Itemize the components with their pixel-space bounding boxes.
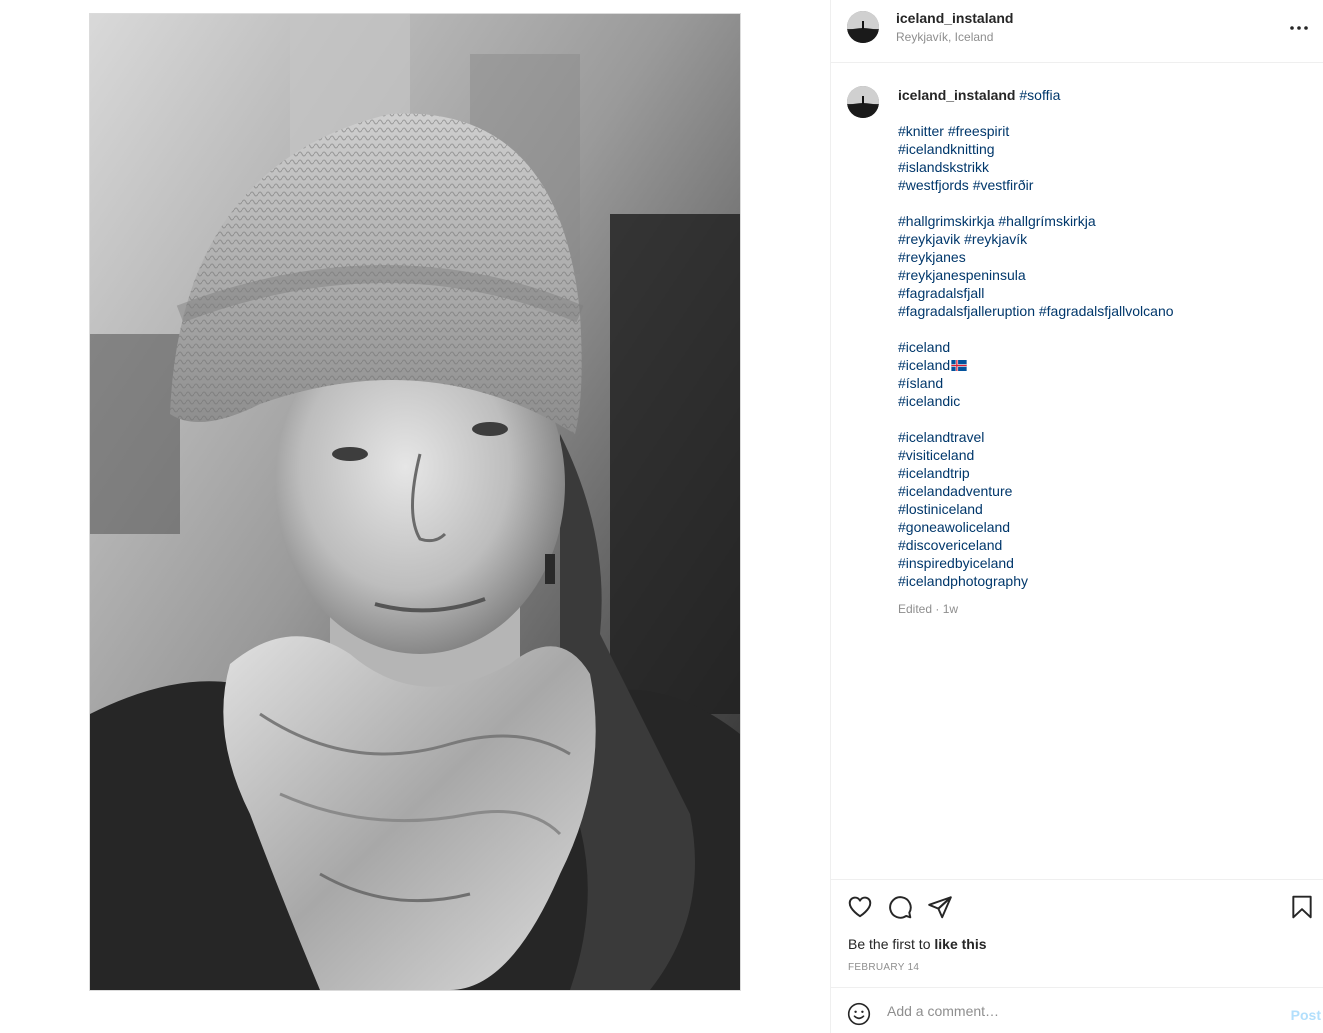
heart-icon <box>848 896 872 918</box>
hashtag-link[interactable]: #iceland <box>898 339 950 355</box>
hashtag-link[interactable]: #reykjavík <box>964 231 1027 247</box>
hashtag-link[interactable]: #islandskstrikk <box>898 159 989 175</box>
iceland-flag-icon <box>951 360 967 371</box>
ellipsis-icon <box>1290 26 1308 30</box>
caption-line: #lostiniceland <box>898 500 1308 518</box>
comment-input[interactable] <box>887 1000 1267 1022</box>
emoji-button[interactable] <box>847 1002 871 1026</box>
caption-line: #goneawoliceland <box>898 518 1308 536</box>
hashtag-link[interactable]: #ísland <box>898 375 943 391</box>
post-date[interactable]: FEBRUARY 14 <box>848 962 919 973</box>
hashtag-link[interactable]: #soffia <box>1019 87 1060 103</box>
caption-line: #icelandadventure <box>898 482 1308 500</box>
like-this-link[interactable]: like this <box>934 936 986 952</box>
hashtag-link[interactable]: #reykjanes <box>898 249 966 265</box>
header-username[interactable]: iceland_instaland <box>896 10 1013 26</box>
caption-hashtag-list: #knitter #freespirit #icelandknitting #isl… <box>898 104 1308 590</box>
caption-line: #ísland <box>898 374 1308 392</box>
hashtag-link[interactable]: #vestfirðir <box>973 177 1034 193</box>
caption-line: #fagradalsfjall <box>898 284 1308 302</box>
hashtag-link[interactable]: #icelandknitting <box>898 141 995 157</box>
media-area <box>0 0 830 1033</box>
caption-line: #knitter #freespirit <box>898 122 1308 140</box>
caption-line: #icelandic <box>898 392 1308 410</box>
post-header: iceland_instaland Reykjavík, Iceland <box>831 0 1323 63</box>
hashtag-link[interactable]: #icelandtravel <box>898 429 984 445</box>
caption-area: iceland_instaland #soffia #knitter #free… <box>831 63 1323 879</box>
caption-line: #reykjavik #reykjavík <box>898 230 1308 248</box>
smiley-icon <box>847 1002 871 1026</box>
post-sidebar: iceland_instaland Reykjavík, Iceland ice… <box>830 0 1323 1033</box>
paper-plane-icon <box>928 896 952 919</box>
hashtag-link[interactable]: #freespirit <box>948 123 1009 139</box>
hashtag-link[interactable]: #fagradalsfjall <box>898 285 984 301</box>
caption-line: #hallgrimskirkja #hallgrímskirkja <box>898 212 1308 230</box>
caption-line: #iceland <box>898 356 1308 374</box>
comment-form: Post <box>831 987 1323 1033</box>
hashtag-link[interactable]: #inspiredbyiceland <box>898 555 1014 571</box>
caption-username[interactable]: iceland_instaland <box>898 87 1015 103</box>
hashtag-link[interactable]: #reykjanespeninsula <box>898 267 1026 283</box>
caption-line: #icelandtravel <box>898 428 1308 446</box>
caption-line: #discovericeland <box>898 536 1308 554</box>
hashtag-link[interactable]: #fagradalsfjalleruption <box>898 303 1035 319</box>
caption-meta: Edited · 1w <box>898 602 959 616</box>
hashtag-link[interactable]: #knitter <box>898 123 944 139</box>
hashtag-link[interactable]: #visiticeland <box>898 447 974 463</box>
hashtag-link[interactable]: #goneawoliceland <box>898 519 1010 535</box>
hashtag-link[interactable]: #lostiniceland <box>898 501 983 517</box>
likes-summary: Be the first to like this <box>848 936 987 952</box>
likes-prefix: Be the first to <box>848 936 931 952</box>
caption-line: #westfjords #vestfirðir <box>898 176 1308 194</box>
caption-line: #inspiredbyiceland <box>898 554 1308 572</box>
caption-line: #islandskstrikk <box>898 158 1308 176</box>
instagram-post-page: iceland_instaland Reykjavík, Iceland ice… <box>0 0 1323 1033</box>
caption-line: #icelandtrip <box>898 464 1308 482</box>
save-button[interactable] <box>1289 894 1315 920</box>
hashtag-link[interactable]: #hallgrímskirkja <box>998 213 1095 229</box>
header-location[interactable]: Reykjavík, Iceland <box>896 30 993 44</box>
avatar-image <box>847 86 879 118</box>
hashtag-link[interactable]: #icelandadventure <box>898 483 1012 499</box>
hashtag-link[interactable]: #icelandic <box>898 393 960 409</box>
caption-line: #reykjanes <box>898 248 1308 266</box>
avatar[interactable] <box>847 11 879 43</box>
avatar-image <box>847 11 879 43</box>
caption-line: #reykjanespeninsula <box>898 266 1308 284</box>
caption-line: #iceland <box>898 338 1308 356</box>
hashtag-link[interactable]: #icelandphotography <box>898 573 1028 589</box>
hashtag-link[interactable]: #iceland <box>898 357 950 373</box>
caption-first-line: iceland_instaland #soffia <box>898 86 1308 104</box>
caption-line: #visiticeland <box>898 446 1308 464</box>
hashtag-link[interactable]: #fagradalsfjallvolcano <box>1039 303 1174 319</box>
caption-line: #icelandknitting <box>898 140 1308 158</box>
post-comment-button[interactable]: Post <box>1291 1007 1321 1023</box>
bookmark-icon <box>1292 895 1312 919</box>
caption-line: #fagradalsfjalleruption #fagradalsfjallv… <box>898 302 1308 320</box>
hashtag-link[interactable]: #icelandtrip <box>898 465 970 481</box>
hashtag-link[interactable]: #discovericeland <box>898 537 1002 553</box>
hashtag-link[interactable]: #reykjavik <box>898 231 960 247</box>
comment-icon <box>889 896 912 919</box>
post-photo[interactable] <box>89 13 741 991</box>
more-options-button[interactable] <box>1285 14 1313 42</box>
like-button[interactable] <box>847 894 873 920</box>
share-button[interactable] <box>927 894 953 920</box>
caption-avatar[interactable] <box>847 86 879 118</box>
comment-button[interactable] <box>887 894 913 920</box>
post-actions: Be the first to like this FEBRUARY 14 <box>831 879 1323 987</box>
hashtag-link[interactable]: #westfjords <box>898 177 969 193</box>
caption-line: #icelandphotography <box>898 572 1308 590</box>
caption-text: iceland_instaland #soffia #knitter #free… <box>898 86 1308 618</box>
hashtag-link[interactable]: #hallgrimskirkja <box>898 213 994 229</box>
portrait-photo-illustration <box>90 14 740 990</box>
